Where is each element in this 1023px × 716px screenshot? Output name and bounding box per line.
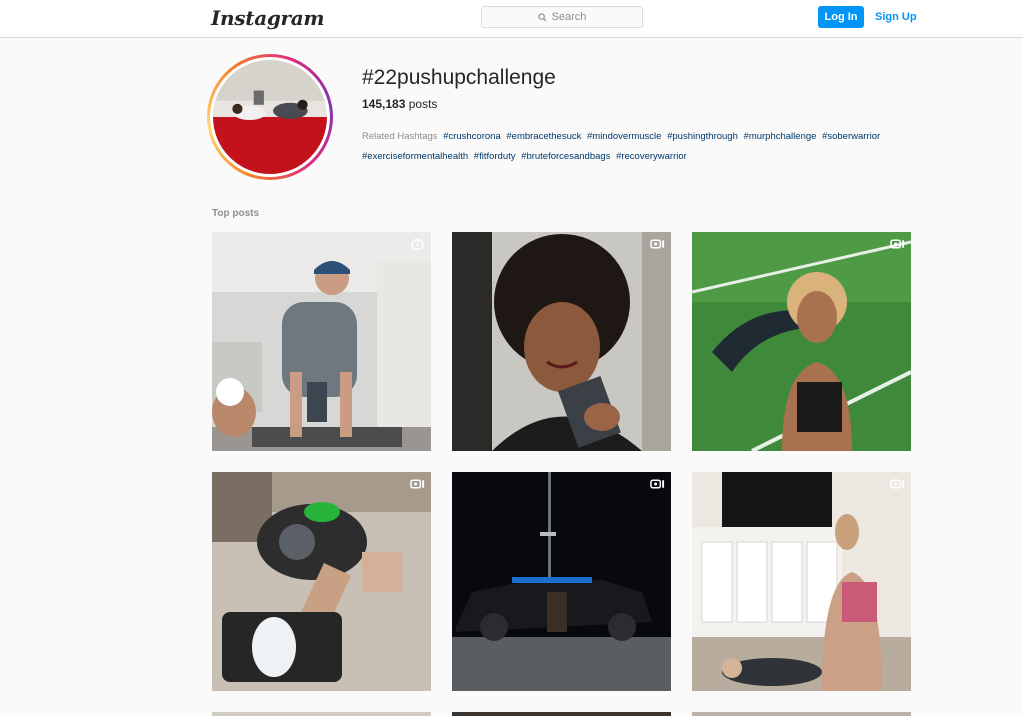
related-tag-link[interactable]: #murphchallenge [744, 131, 817, 142]
related-tag-link[interactable]: #pushingthrough [667, 131, 738, 142]
video-icon [890, 479, 905, 489]
post-tile[interactable] [452, 712, 671, 716]
post-thumbnail [212, 232, 431, 451]
related-hashtags: Related Hashtags #crushcorona #embraceth… [362, 127, 922, 167]
top-posts-heading: Top posts [212, 208, 260, 219]
post-count: 145,183 posts [362, 97, 437, 111]
search-icon [537, 12, 547, 22]
post-tile[interactable] [692, 232, 911, 451]
post-thumbnail [212, 472, 431, 691]
video-icon [410, 479, 425, 489]
related-tag-link[interactable]: #exerciseformentalhealth [362, 151, 468, 162]
hashtag-avatar [213, 60, 327, 174]
hashtag-title: #22pushupchallenge [362, 66, 556, 89]
post-thumbnail [692, 232, 911, 451]
related-tag-link[interactable]: #soberwarrior [822, 131, 880, 142]
related-tag-link[interactable]: #fitforduty [474, 151, 516, 162]
related-tag-link[interactable]: #mindovermuscle [587, 131, 661, 142]
post-tile[interactable] [212, 232, 431, 451]
post-tile[interactable] [452, 232, 671, 451]
post-tile[interactable] [452, 472, 671, 691]
related-tag-link[interactable]: #bruteforcesandbags [521, 151, 610, 162]
post-tile[interactable] [692, 472, 911, 691]
login-button[interactable]: Log In [818, 6, 864, 28]
post-tile[interactable] [212, 472, 431, 691]
related-tag-link[interactable]: #embracethesuck [506, 131, 581, 142]
post-thumbnail [692, 472, 911, 691]
video-icon [650, 479, 665, 489]
search-box[interactable]: Search [481, 6, 643, 28]
search-placeholder: Search [551, 11, 587, 23]
post-count-number: 145,183 [362, 97, 406, 111]
related-tag-link[interactable]: #crushcorona [443, 131, 501, 142]
instagram-logo[interactable]: Instagram [211, 6, 325, 30]
related-tag-link[interactable]: #recoverywarrior [616, 151, 687, 162]
post-tile[interactable] [692, 712, 911, 716]
related-hashtags-label: Related Hashtags [362, 131, 438, 142]
post-thumbnail [452, 472, 671, 691]
video-icon [650, 239, 665, 249]
top-navbar: Instagram Search Log In Sign Up [0, 0, 1023, 38]
igtv-icon [411, 238, 424, 250]
hashtag-avatar-ring [207, 54, 333, 180]
post-thumbnail [452, 232, 671, 451]
signup-link[interactable]: Sign Up [875, 11, 917, 23]
post-tile[interactable] [212, 712, 431, 716]
video-icon [890, 239, 905, 249]
post-count-suffix: posts [405, 97, 438, 111]
